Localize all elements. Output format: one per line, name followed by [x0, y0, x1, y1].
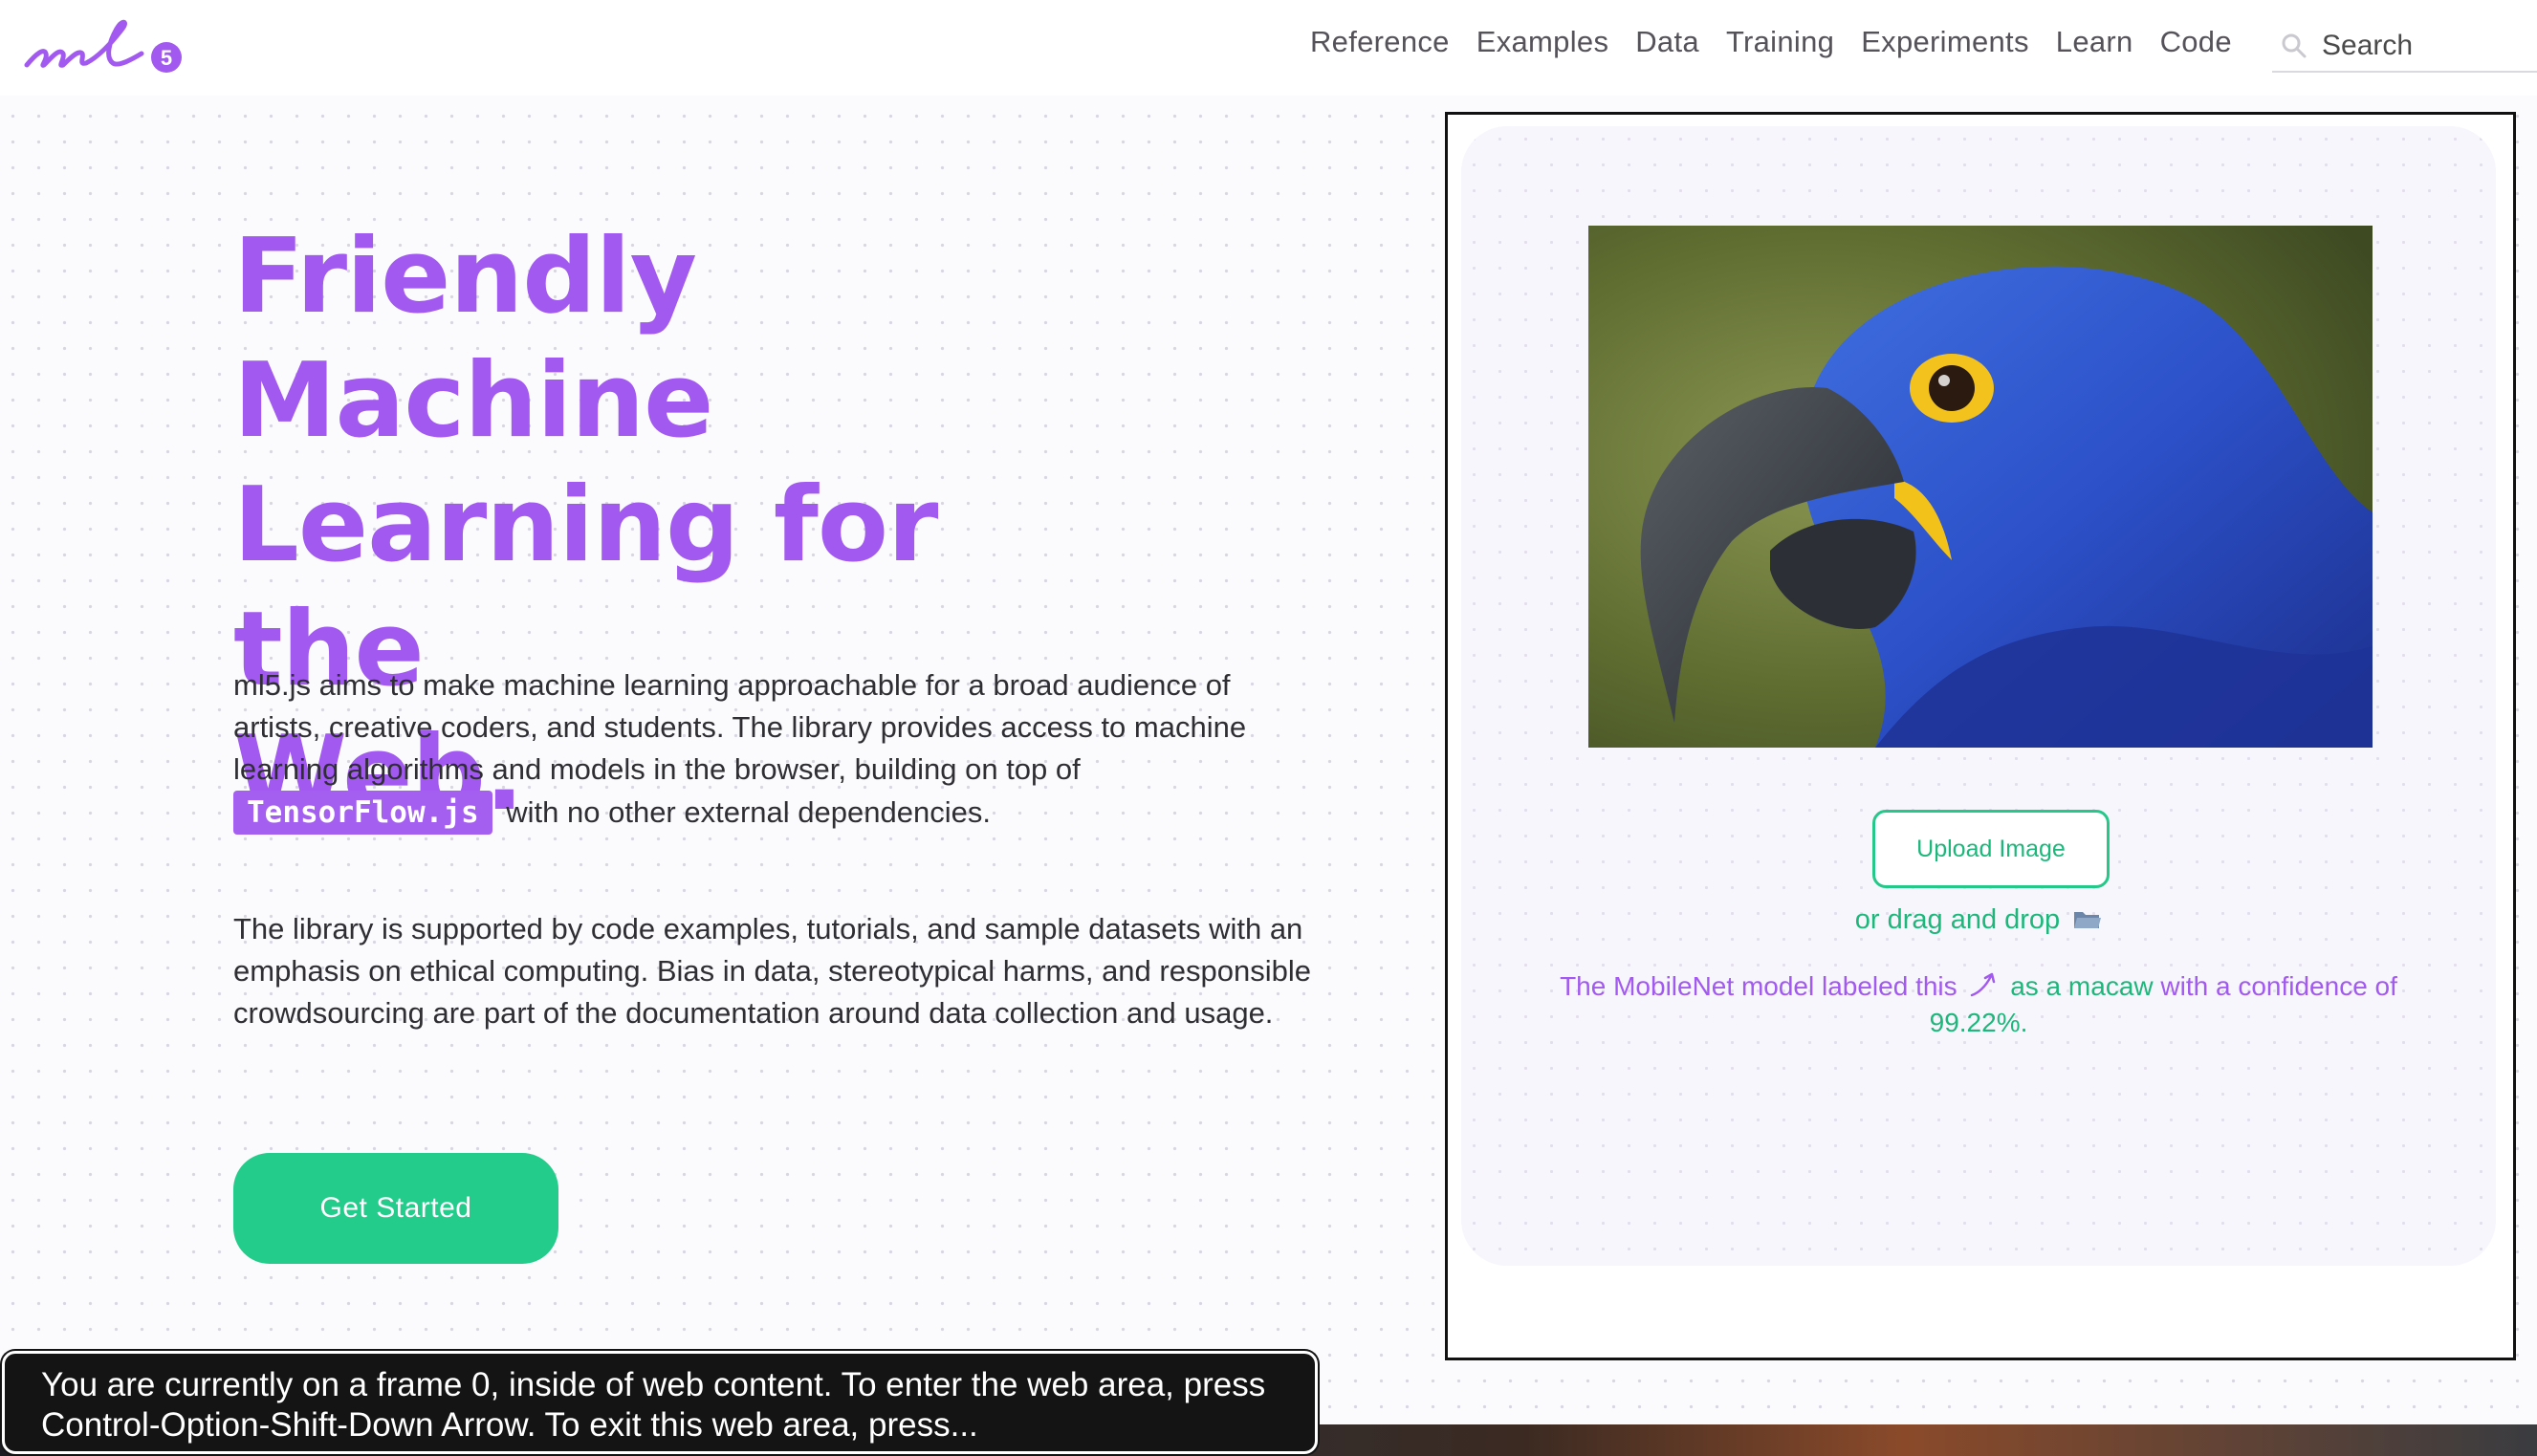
page: 5 Reference Examples Data Training Exper… — [0, 0, 2537, 1456]
image-classifier-demo: Upload Image or drag and drop The Mobile… — [1461, 126, 2496, 1266]
result-suffix: with a confidence of — [2160, 971, 2397, 1001]
intro-paragraph: ml5.js aims to make machine learning app… — [233, 664, 1314, 835]
nav-examples[interactable]: Examples — [1476, 25, 1609, 59]
search-input[interactable] — [2322, 30, 2523, 62]
nav-experiments[interactable]: Experiments — [1861, 25, 2029, 59]
nav-code[interactable]: Code — [2160, 25, 2232, 59]
svg-text:5: 5 — [161, 46, 172, 70]
tensorflow-link[interactable]: TensorFlow.js — [233, 791, 492, 835]
get-started-button[interactable]: Get Started — [233, 1153, 558, 1264]
search-icon — [2282, 33, 2307, 58]
open-folder-icon — [2074, 912, 2102, 928]
nav-data[interactable]: Data — [1635, 25, 1699, 59]
top-nav-bar: 5 Reference Examples Data Training Exper… — [0, 0, 2537, 96]
result-middle: as a — [2010, 971, 2062, 1001]
result-confidence: 99.22% — [1929, 1008, 2021, 1037]
nav-training[interactable]: Training — [1726, 25, 1834, 59]
nav-learn[interactable]: Learn — [2056, 25, 2133, 59]
up-right-arrow-icon — [1971, 972, 1996, 997]
voiceover-caption-panel: You are currently on a frame 0, inside o… — [2, 1351, 1318, 1454]
nav-reference[interactable]: Reference — [1310, 25, 1450, 59]
upload-image-button[interactable]: Upload Image — [1872, 810, 2110, 888]
search-box[interactable] — [2272, 21, 2537, 73]
classification-result: The MobileNet model labeled this as a ma… — [1560, 971, 2397, 1037]
ml5-logo[interactable]: 5 — [23, 15, 205, 82]
intro-text: ml5.js aims to make machine learning app… — [233, 668, 1247, 786]
demo-frame: Upload Image or drag and drop The Mobile… — [1445, 112, 2516, 1360]
hero-title-line-1: Friendly Machine — [233, 217, 713, 461]
result-prefix: The MobileNet model labeled this — [1560, 971, 1957, 1001]
ethics-paragraph: The library is supported by code example… — [233, 912, 1311, 1030]
macaw-photo — [1588, 226, 2373, 748]
intro-tail: with no other external dependencies. — [506, 795, 991, 829]
main-nav: Reference Examples Data Training Experim… — [1310, 25, 2259, 59]
drag-drop-zone[interactable]: or drag and drop — [1461, 904, 2496, 936]
result-label: macaw — [2067, 971, 2154, 1001]
drag-drop-text: or drag and drop — [1854, 904, 2061, 935]
